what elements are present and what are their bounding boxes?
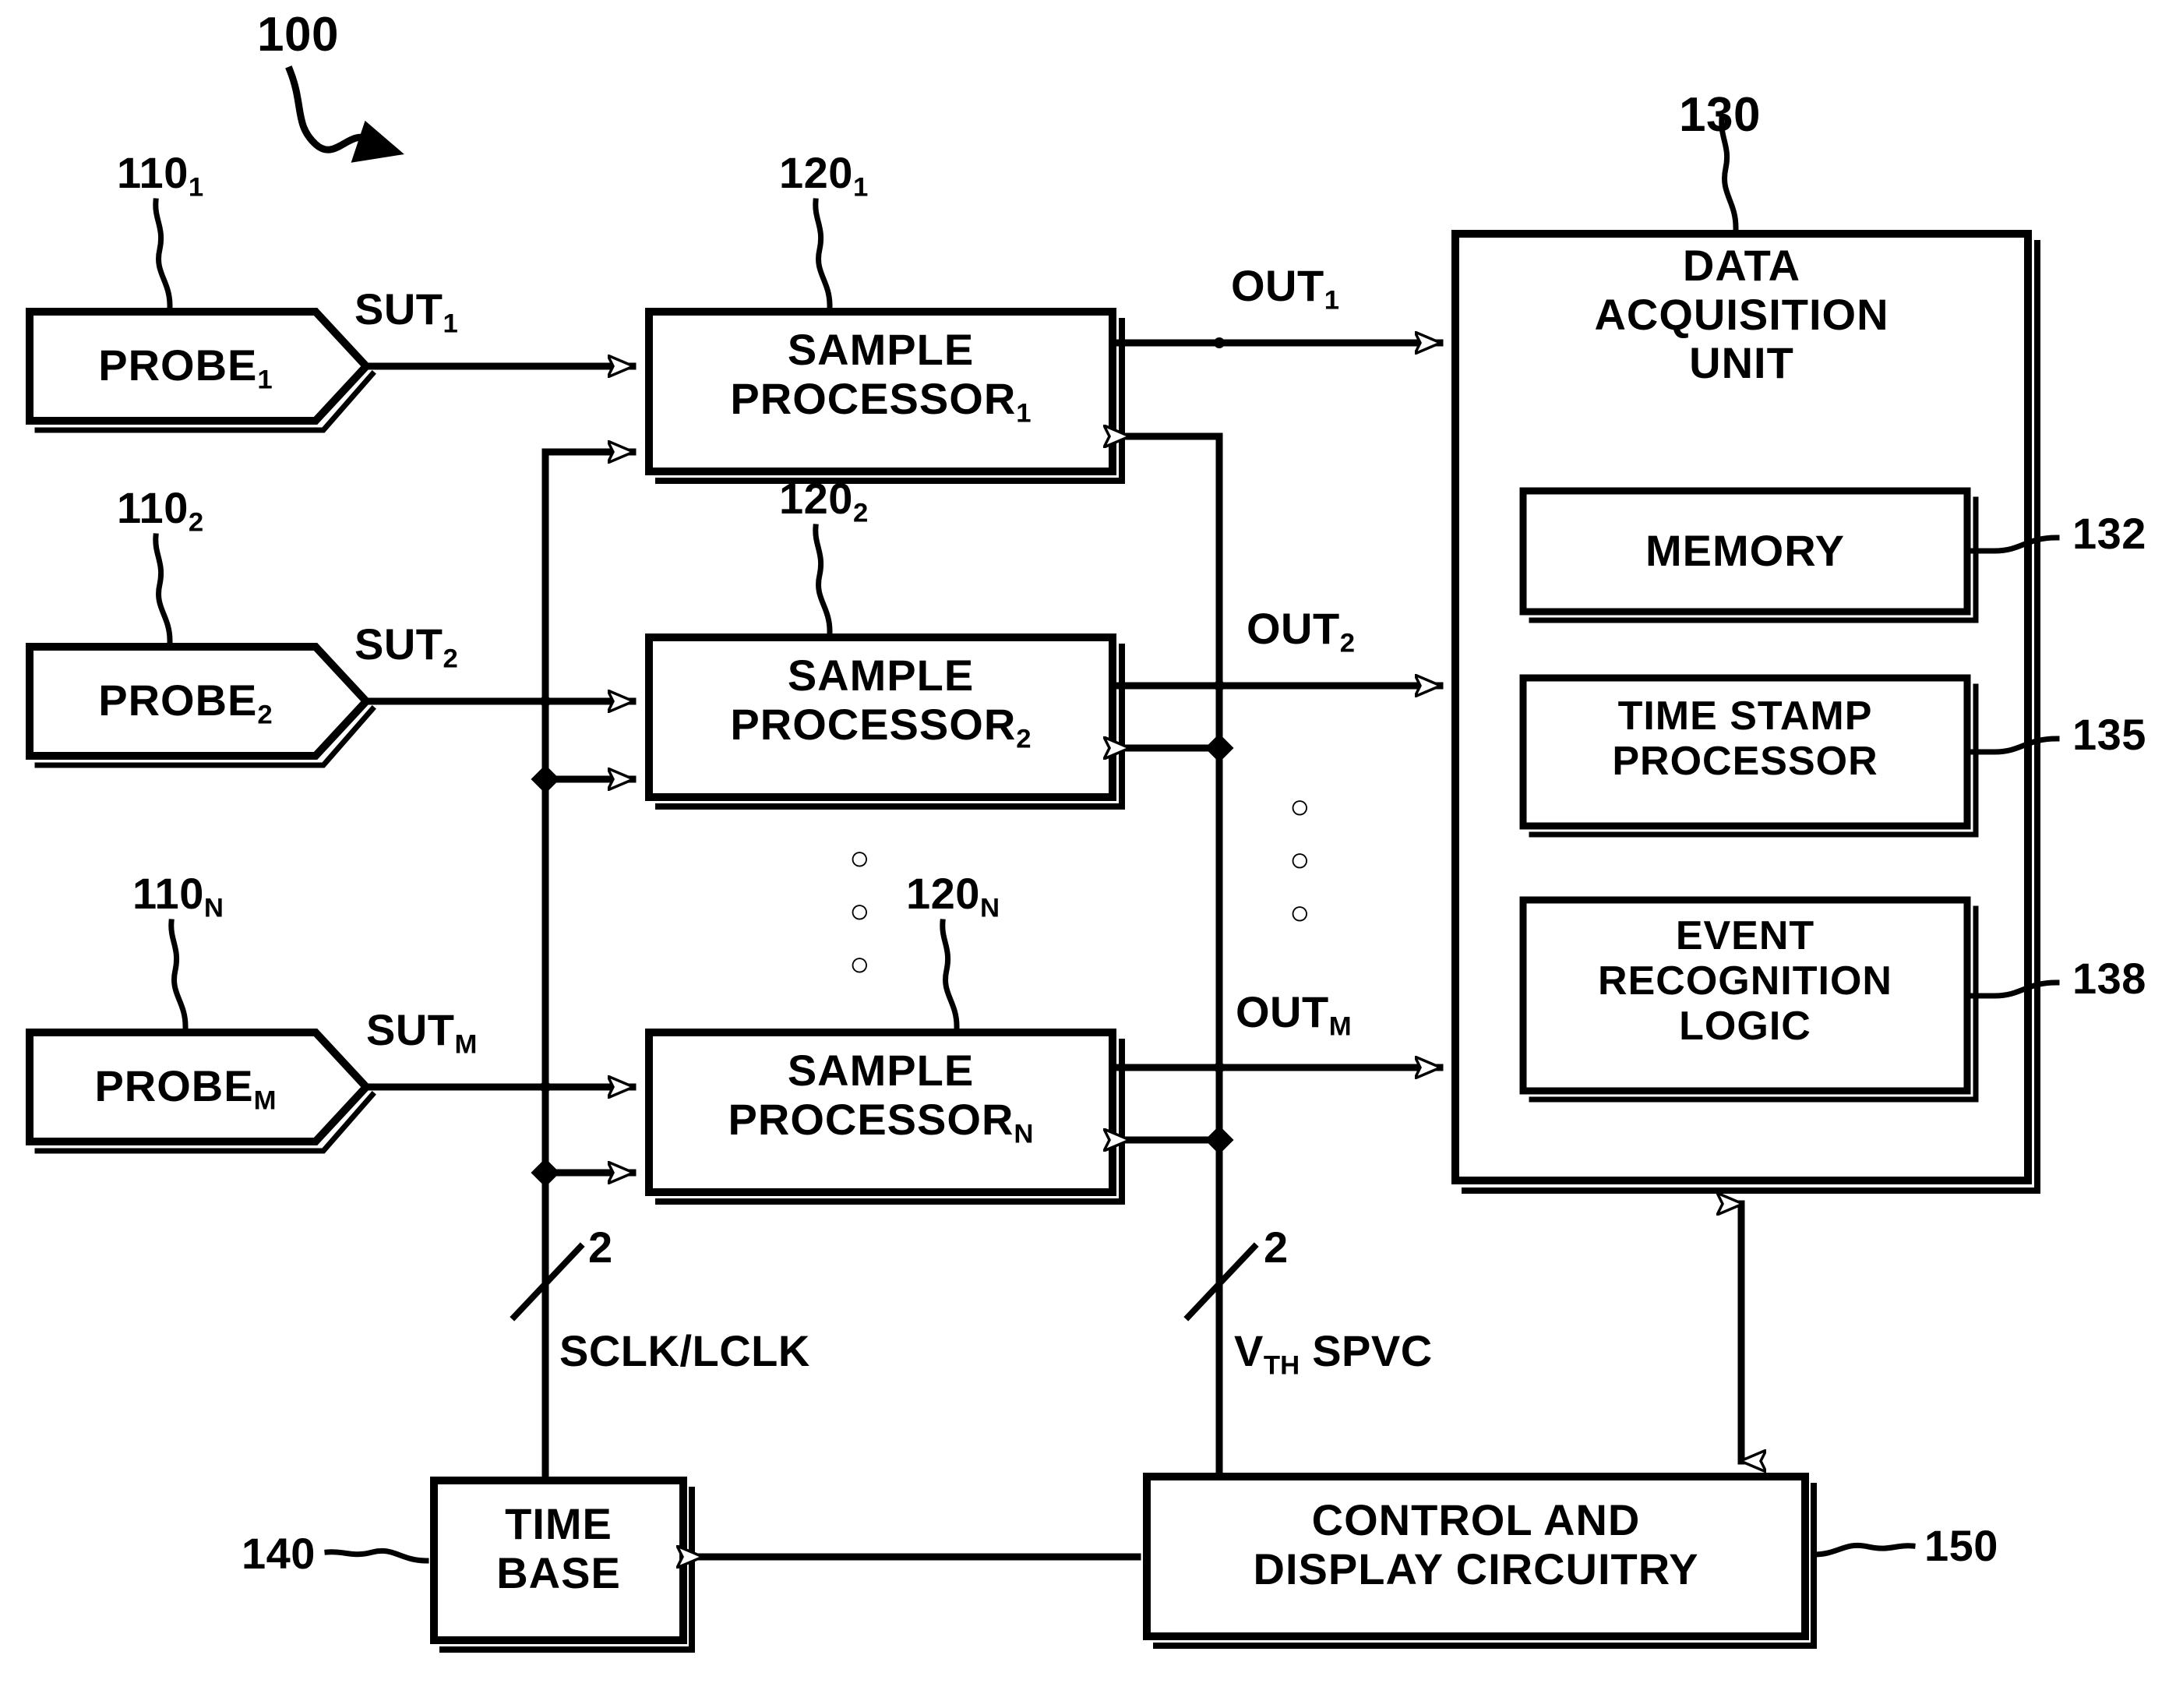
ref-110-n: 110N <box>132 869 224 923</box>
probe-2-leader <box>153 533 173 644</box>
ref-140-leader <box>324 1548 429 1564</box>
ref-138: 138 <box>2072 954 2146 1003</box>
signal-sut-2: SUT2 <box>354 619 458 674</box>
sp1-leader <box>813 198 833 309</box>
clock-junction-n <box>531 1158 560 1187</box>
probe-2-shape <box>26 643 376 768</box>
probe-1-shape <box>26 308 376 433</box>
signal-out-1: OUT1 <box>1231 261 1340 316</box>
ref-150-leader <box>1811 1542 1916 1558</box>
ref-110-2: 1102 <box>117 483 204 538</box>
ref-110-1: 1101 <box>117 148 204 203</box>
clock-bus-label: SCLK/LCLK <box>559 1326 810 1375</box>
out1-bus-dot <box>1214 337 1225 348</box>
vth-junction-n <box>1204 1125 1234 1155</box>
probe-m-leader <box>168 919 189 1029</box>
clock-bus-width-label: 2 <box>588 1223 613 1272</box>
sample-processor-n-shape <box>645 1029 1125 1205</box>
probe-m-shape <box>26 1029 376 1154</box>
ref-135: 135 <box>2072 710 2146 759</box>
control-display-shape <box>1143 1473 1817 1649</box>
diagram-vector-layer <box>26 65 2060 1653</box>
signal-out-2: OUT2 <box>1247 604 1356 658</box>
ref-140: 140 <box>242 1529 316 1578</box>
sample-processor-2-shape <box>645 633 1125 810</box>
vth-junction-2 <box>1204 733 1234 763</box>
ellipsis-out-signals: ○ ○ ○ <box>1289 788 1311 933</box>
ellipsis-sample-processors: ○ ○ ○ <box>849 839 871 984</box>
sp2-leader <box>813 524 833 634</box>
figure-100-arrowhead <box>351 120 404 163</box>
time-base-shape <box>430 1477 695 1653</box>
time-stamp-processor-shape <box>1519 674 1979 838</box>
sut2-bus-dot <box>540 696 551 707</box>
ref-150: 150 <box>1924 1521 1998 1570</box>
probe-1-leader <box>153 198 173 309</box>
signal-sut-1: SUT1 <box>354 284 458 339</box>
vth-bus-width-label: 2 <box>1264 1223 1289 1272</box>
clock-junction-2 <box>531 764 560 794</box>
figure-canvas: 100 1101 1102 110N PROBE1 PROBE2 PROBEM … <box>0 0 2183 1708</box>
ref-132: 132 <box>2072 509 2146 558</box>
ref-120-n: 120N <box>906 869 1000 923</box>
spn-leader <box>940 919 960 1029</box>
out2-bus-dot <box>1214 680 1225 691</box>
signal-sut-m: SUTM <box>366 1005 478 1060</box>
event-recognition-logic-shape <box>1519 896 1979 1103</box>
memory-shape <box>1519 487 1979 623</box>
outm-bus-dot <box>1214 1062 1225 1073</box>
vth-bus-label: VTH SPVC <box>1234 1326 1433 1381</box>
sutm-bus-dot <box>540 1082 551 1092</box>
figure-ref-100: 100 <box>257 8 339 62</box>
ref-120-2: 1202 <box>779 474 869 528</box>
signal-out-m: OUTM <box>1236 987 1352 1042</box>
ref-120-1: 1201 <box>779 148 869 203</box>
ref-130: 130 <box>1679 88 1761 142</box>
sample-processor-1-shape <box>645 308 1125 484</box>
